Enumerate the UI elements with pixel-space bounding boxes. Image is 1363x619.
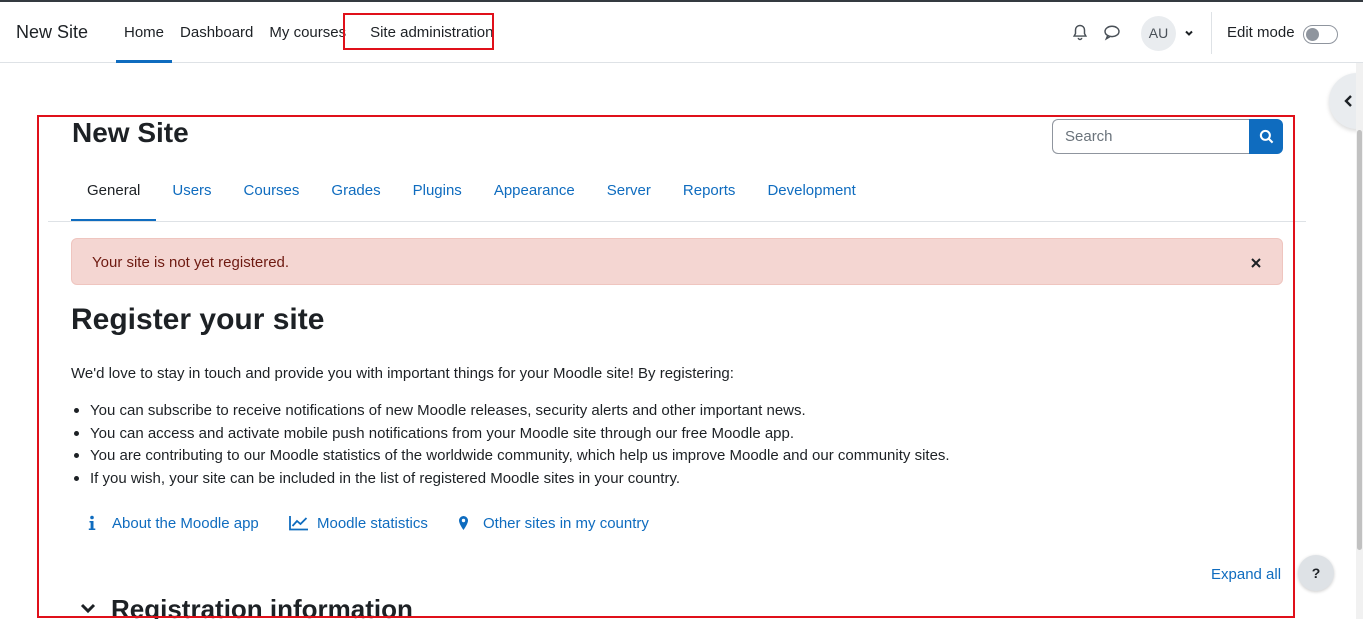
highlight-site-administration — [343, 13, 494, 50]
top-navbar: New Site Home Dashboard My courses Site … — [0, 0, 1363, 63]
navbar-divider — [1211, 12, 1212, 54]
nav-my-courses[interactable]: My courses — [261, 2, 354, 63]
edit-mode-label: Edit mode — [1227, 24, 1295, 41]
edit-mode-toggle[interactable] — [1303, 25, 1338, 44]
bell-icon[interactable] — [1071, 23, 1091, 43]
user-avatar[interactable]: AU — [1141, 16, 1176, 51]
nav-dashboard[interactable]: Dashboard — [172, 2, 261, 63]
highlight-main-content — [37, 115, 1295, 618]
scrollbar-thumb[interactable] — [1357, 130, 1362, 550]
help-button[interactable]: ? — [1298, 555, 1334, 591]
chevron-down-icon[interactable] — [1183, 26, 1195, 38]
nav-home[interactable]: Home — [116, 2, 173, 63]
message-icon[interactable] — [1103, 23, 1123, 43]
site-brand[interactable]: New Site — [16, 22, 88, 43]
